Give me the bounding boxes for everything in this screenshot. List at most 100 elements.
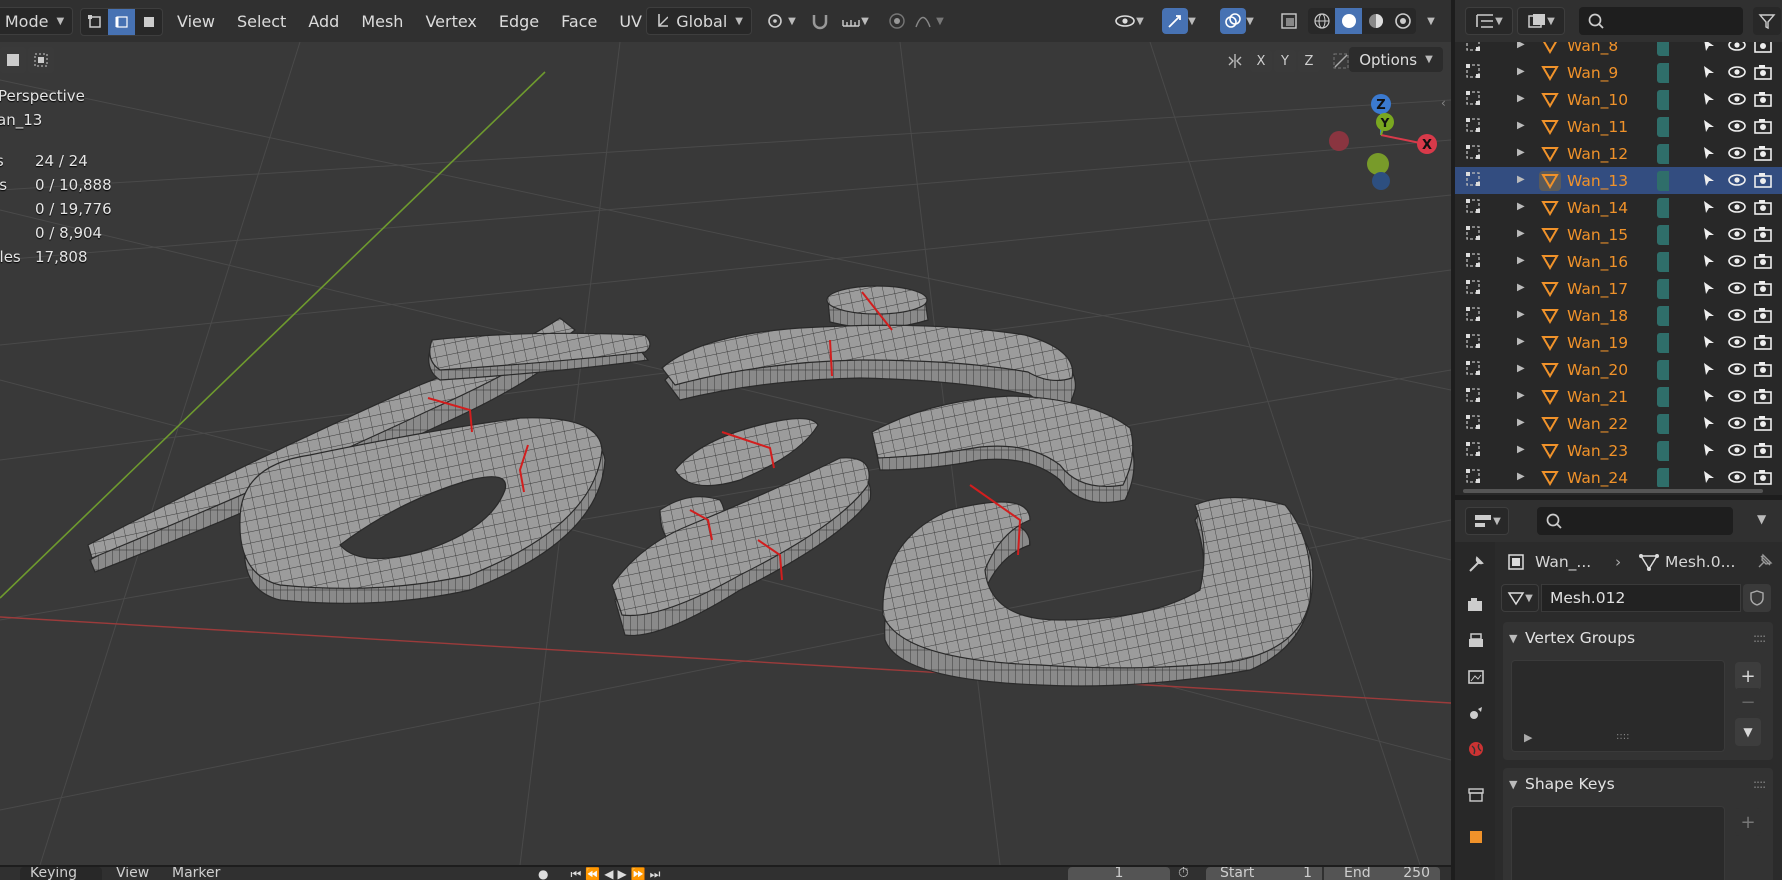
mesh-name-field[interactable]: Mesh.012 xyxy=(1541,584,1741,612)
eye-icon[interactable] xyxy=(1727,279,1747,297)
timeline-menu-view[interactable]: View xyxy=(116,867,149,880)
menu-view[interactable]: View xyxy=(166,12,226,31)
camera-icon[interactable] xyxy=(1753,171,1773,189)
properties-editor-type-dropdown[interactable]: ▼ xyxy=(1465,507,1509,535)
expand-triangle-icon[interactable]: ▶ xyxy=(1517,255,1525,266)
select-arrow-icon[interactable] xyxy=(1701,334,1717,350)
outliner-row[interactable]: ▶ Wan_15 xyxy=(1455,221,1782,248)
eye-icon[interactable] xyxy=(1727,117,1747,135)
select-arrow-icon[interactable] xyxy=(1701,64,1717,80)
eye-icon[interactable] xyxy=(1727,252,1747,270)
outliner-row[interactable]: ▶ Wan_11 xyxy=(1455,113,1782,140)
expand-triangle-icon[interactable]: ▶ xyxy=(1517,282,1525,293)
resize-grip-icon[interactable]: :::: xyxy=(1616,731,1629,742)
material-shading-button[interactable] xyxy=(1362,8,1389,34)
camera-icon[interactable] xyxy=(1753,63,1773,81)
3d-viewport[interactable]: Mode ▼ View Select Add Mesh Vertex Edge … xyxy=(0,0,1451,865)
eye-icon[interactable] xyxy=(1727,468,1747,486)
outliner-row[interactable]: ▶ Wan_21 xyxy=(1455,383,1782,410)
render-tab[interactable] xyxy=(1463,592,1489,618)
eye-icon[interactable] xyxy=(1727,387,1747,405)
expand-triangle-icon[interactable]: ▶ xyxy=(1517,147,1525,158)
camera-icon[interactable] xyxy=(1753,252,1773,270)
vertex-groups-header[interactable]: ▼ Vertex Groups :::: xyxy=(1503,622,1773,654)
expand-triangle-icon[interactable]: ▶ xyxy=(1517,120,1525,131)
camera-icon[interactable] xyxy=(1753,90,1773,108)
pin-icon[interactable] xyxy=(1755,553,1773,571)
gizmo-neg-x-axis[interactable] xyxy=(1329,131,1349,151)
fake-user-button[interactable] xyxy=(1743,584,1771,612)
navigation-gizmo[interactable]: Z Y X xyxy=(1320,90,1445,200)
collection-tab[interactable] xyxy=(1463,782,1489,808)
end-frame-field[interactable]: End 250 xyxy=(1324,867,1440,880)
menu-select[interactable]: Select xyxy=(226,12,297,31)
outliner-row[interactable]: ▶ Wan_18 xyxy=(1455,302,1782,329)
sidebar-toggle-icon[interactable]: ‹ xyxy=(1441,96,1446,110)
expand-triangle-icon[interactable]: ▶ xyxy=(1524,731,1532,744)
gizmo-dropdown[interactable]: ▼ xyxy=(1156,7,1202,35)
select-arrow-icon[interactable] xyxy=(1701,361,1717,377)
eye-icon[interactable] xyxy=(1727,441,1747,459)
outliner-row[interactable]: ▶ Wan_10 xyxy=(1455,86,1782,113)
add-shape-key-button[interactable]: + xyxy=(1735,808,1761,836)
select-arrow-icon[interactable] xyxy=(1701,118,1717,134)
mirror-y-button[interactable]: Y xyxy=(1274,50,1296,72)
select-arrow-icon[interactable] xyxy=(1701,442,1717,458)
outliner-row[interactable]: ▶ Wan_13 xyxy=(1455,167,1782,194)
expand-triangle-icon[interactable]: ▶ xyxy=(1517,93,1525,104)
expand-triangle-icon[interactable]: ▶ xyxy=(1517,174,1525,185)
eye-icon[interactable] xyxy=(1727,306,1747,324)
camera-icon[interactable] xyxy=(1753,387,1773,405)
filter-dropdown[interactable] xyxy=(1753,7,1781,35)
select-arrow-icon[interactable] xyxy=(1701,388,1717,404)
wireframe-shading-button[interactable] xyxy=(1308,8,1335,34)
expand-triangle-icon[interactable]: ▶ xyxy=(1517,309,1525,320)
scene-tab[interactable] xyxy=(1463,700,1489,726)
properties-search-input[interactable] xyxy=(1537,507,1733,535)
gizmo-neg-y-axis[interactable] xyxy=(1367,153,1389,175)
mirror-z-button[interactable]: Z xyxy=(1298,50,1320,72)
solid-shading-button[interactable] xyxy=(1335,8,1362,34)
jump-start-icon[interactable]: ⏮ xyxy=(570,867,581,880)
outliner-row[interactable]: ▶ Wan_22 xyxy=(1455,410,1782,437)
tool-tab[interactable] xyxy=(1463,552,1489,578)
timeline-menu-marker[interactable]: Marker xyxy=(172,867,220,880)
outliner-row[interactable]: ▶ Wan_19 xyxy=(1455,329,1782,356)
transform-orientation-dropdown[interactable]: Global ▼ xyxy=(646,7,752,35)
camera-icon[interactable] xyxy=(1753,414,1773,432)
select-arrow-icon[interactable] xyxy=(1701,91,1717,107)
overlays-dropdown[interactable]: ▼ xyxy=(1214,7,1260,35)
camera-icon[interactable] xyxy=(1753,468,1773,486)
current-frame-field[interactable]: 1 xyxy=(1068,867,1170,880)
outliner-scrollbar[interactable] xyxy=(1455,487,1782,495)
expand-triangle-icon[interactable]: ▶ xyxy=(1517,444,1525,455)
camera-icon[interactable] xyxy=(1753,279,1773,297)
expand-triangle-icon[interactable]: ▶ xyxy=(1517,471,1525,482)
eye-icon[interactable] xyxy=(1727,63,1747,81)
chevron-down-icon[interactable]: ▼ xyxy=(1757,512,1766,526)
drag-handle-icon[interactable]: :::: xyxy=(1753,777,1766,791)
select-arrow-icon[interactable] xyxy=(1701,172,1717,188)
camera-icon[interactable] xyxy=(1753,333,1773,351)
editor-type-dropdown[interactable]: ▼ xyxy=(1465,7,1513,35)
outliner-search-input[interactable] xyxy=(1579,7,1743,35)
viewport-scene[interactable] xyxy=(0,0,1451,865)
menu-add[interactable]: Add xyxy=(297,12,350,31)
start-frame-field[interactable]: Start 1 xyxy=(1206,867,1322,880)
mirror-x-button[interactable]: X xyxy=(1250,50,1272,72)
select-extend-tool-button[interactable] xyxy=(28,47,54,73)
expand-triangle-icon[interactable]: ▶ xyxy=(1517,228,1525,239)
outliner-row[interactable]: ▶ Wan_14 xyxy=(1455,194,1782,221)
rendered-shading-button[interactable] xyxy=(1389,8,1416,34)
eye-icon[interactable] xyxy=(1727,90,1747,108)
outliner-row[interactable]: ▶ Wan_17 xyxy=(1455,275,1782,302)
output-tab[interactable] xyxy=(1463,628,1489,654)
vertex-groups-list[interactable]: ▶ :::: xyxy=(1511,660,1725,752)
camera-icon[interactable] xyxy=(1753,306,1773,324)
mesh-browse-dropdown[interactable]: ▼ xyxy=(1501,584,1539,612)
camera-icon[interactable] xyxy=(1753,198,1773,216)
eye-icon[interactable] xyxy=(1727,198,1747,216)
select-arrow-icon[interactable] xyxy=(1701,280,1717,296)
expand-triangle-icon[interactable]: ▶ xyxy=(1517,201,1525,212)
select-arrow-icon[interactable] xyxy=(1701,199,1717,215)
